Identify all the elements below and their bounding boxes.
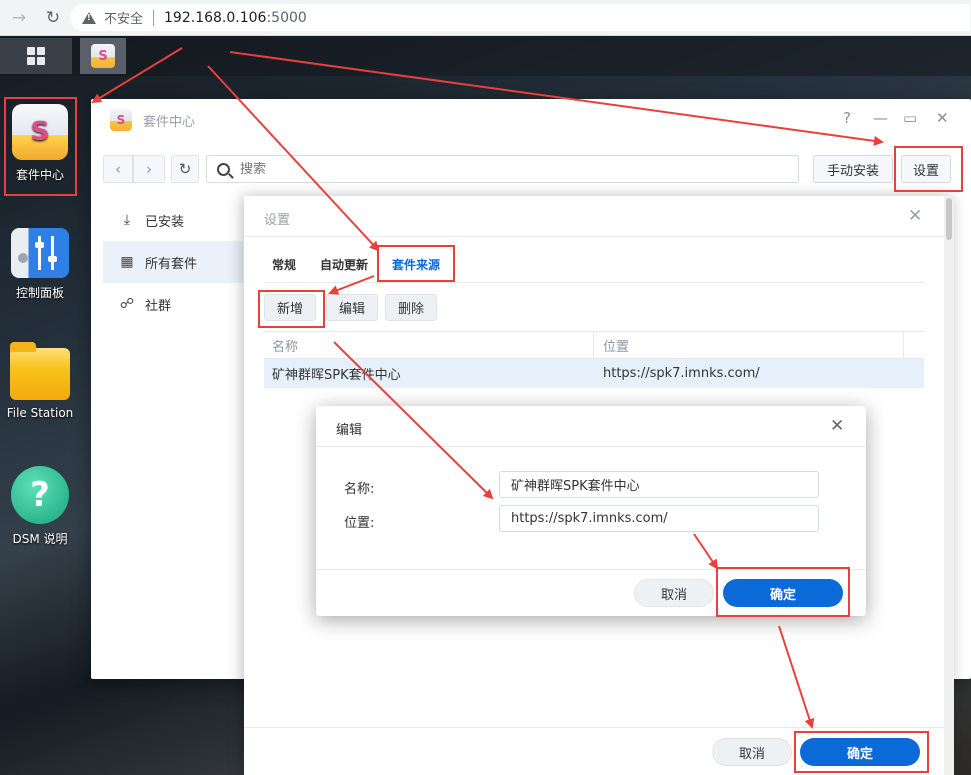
desktop-icon-dsm-help[interactable]: ? DSM 说明 xyxy=(0,466,80,547)
package-glyph-letter: S xyxy=(30,117,50,147)
edit-button[interactable]: 编辑 xyxy=(326,294,378,321)
search-input[interactable] xyxy=(240,161,740,177)
cancel-button[interactable]: 取消 xyxy=(712,738,792,766)
browser-address-bar: → ↻ 不安全 192.168.0.106:5000 xyxy=(0,0,971,36)
taskbar-package-center[interactable]: S xyxy=(80,38,126,74)
manual-install-button[interactable]: 手动安装 xyxy=(813,155,893,183)
scrollbar-thumb[interactable] xyxy=(946,198,952,240)
divider xyxy=(316,446,866,447)
column-header-name[interactable]: 名称 xyxy=(264,332,594,358)
package-center-icon: S xyxy=(110,109,132,131)
window-title: 套件中心 xyxy=(143,115,196,130)
settings-title: 设置 xyxy=(264,213,291,228)
reload-icon[interactable]: ↻ xyxy=(42,8,64,28)
help-icon[interactable]: ? xyxy=(843,109,851,127)
help-icon: ? xyxy=(11,466,69,524)
desktop-icon-label: File Station xyxy=(6,406,74,420)
close-icon[interactable]: ✕ xyxy=(908,206,922,226)
community-icon: ☍ xyxy=(119,296,135,312)
download-icon: ⤓ xyxy=(123,212,131,228)
control-panel-icon xyxy=(11,228,69,278)
back-button[interactable]: ‹ xyxy=(103,155,133,183)
refresh-button[interactable]: ↻ xyxy=(171,155,199,183)
sidebar-item-all-packages[interactable]: ▦ 所有套件 xyxy=(103,241,243,283)
desktop-icon-control-panel[interactable]: 控制面板 xyxy=(0,228,80,301)
desktop-icon-file-station[interactable]: File Station xyxy=(0,342,80,420)
divider xyxy=(316,569,866,570)
file-station-icon xyxy=(10,342,70,400)
grid-icon: ▦ xyxy=(120,254,134,270)
package-glyph-letter: S xyxy=(98,48,108,64)
sidebar-item-label: 所有套件 xyxy=(145,256,198,272)
desktop-icon-package-center[interactable]: S 套件中心 xyxy=(0,104,80,183)
warning-icon xyxy=(82,11,96,24)
delete-button[interactable]: 删除 xyxy=(385,294,437,321)
package-center-icon: S xyxy=(12,104,68,160)
sidebar-item-label: 社群 xyxy=(145,298,172,314)
tab-auto-update[interactable]: 自动更新 xyxy=(320,256,368,273)
divider xyxy=(244,727,944,728)
cell-name: 矿神群晖SPK套件中心 xyxy=(272,368,401,383)
chevron-right-icon: › xyxy=(146,160,152,178)
omnibox-separator xyxy=(153,9,155,26)
cell-location: https://spk7.imnks.com/ xyxy=(603,366,760,381)
main-menu-button[interactable] xyxy=(0,38,72,74)
sidebar: ⤓ 已安装 ▦ 所有套件 ☍ 社群 xyxy=(103,199,243,325)
package-glyph-letter: S xyxy=(116,113,126,127)
table-header: 名称 位置 xyxy=(264,331,924,359)
edit-dialog: 编辑 ✕ 名称: 位置: 取消 确定 xyxy=(316,406,866,616)
maximize-icon[interactable]: ▭ xyxy=(903,109,917,127)
sidebar-item-installed[interactable]: ⤓ 已安装 xyxy=(103,199,243,241)
desktop-icon-label: DSM 说明 xyxy=(12,532,68,546)
ok-button[interactable]: 确定 xyxy=(723,579,843,607)
sidebar-item-label: 已安装 xyxy=(145,214,185,230)
url-port: :5000 xyxy=(266,9,307,26)
sidebar-item-community[interactable]: ☍ 社群 xyxy=(103,283,243,325)
forward-button[interactable]: › xyxy=(133,155,165,183)
close-icon[interactable]: ✕ xyxy=(830,416,844,436)
name-input[interactable] xyxy=(499,471,819,498)
close-icon[interactable]: ✕ xyxy=(936,109,949,127)
tab-package-sources[interactable]: 套件来源 xyxy=(392,256,440,273)
tab-general[interactable]: 常规 xyxy=(272,256,296,273)
table-row[interactable]: 矿神群晖SPK套件中心 https://spk7.imnks.com/ xyxy=(264,359,924,388)
main-menu-grid-icon xyxy=(27,47,45,65)
package-center-icon: S xyxy=(91,44,115,68)
divider xyxy=(264,282,924,283)
desktop-icon-label: 套件中心 xyxy=(15,168,64,182)
cancel-button[interactable]: 取消 xyxy=(634,579,714,607)
chevron-left-icon: ‹ xyxy=(115,160,121,178)
insecure-label: 不安全 xyxy=(104,12,144,27)
forward-arrow-icon[interactable]: → xyxy=(8,8,30,28)
ok-button[interactable]: 确定 xyxy=(800,738,920,766)
location-input[interactable] xyxy=(499,505,819,532)
address-omnibox[interactable]: 不安全 192.168.0.106:5000 xyxy=(70,4,970,31)
search-box[interactable] xyxy=(206,155,799,183)
minimize-icon[interactable]: — xyxy=(873,109,888,127)
desktop-icon-label: 控制面板 xyxy=(15,286,64,300)
taskbar xyxy=(0,36,971,76)
refresh-icon: ↻ xyxy=(178,160,192,178)
url-host: 192.168.0.106 xyxy=(164,9,267,26)
divider xyxy=(244,236,944,237)
scrollbar[interactable] xyxy=(944,196,954,775)
dialog-title: 编辑 xyxy=(336,423,363,438)
add-button[interactable]: 新增 xyxy=(264,294,316,321)
package-source-table: 名称 位置 矿神群晖SPK套件中心 https://spk7.imnks.com… xyxy=(264,331,924,388)
column-header-location[interactable]: 位置 xyxy=(594,332,904,358)
settings-button[interactable]: 设置 xyxy=(901,155,951,183)
location-label: 位置: xyxy=(344,516,375,531)
name-label: 名称: xyxy=(344,482,375,497)
search-icon xyxy=(217,162,230,176)
